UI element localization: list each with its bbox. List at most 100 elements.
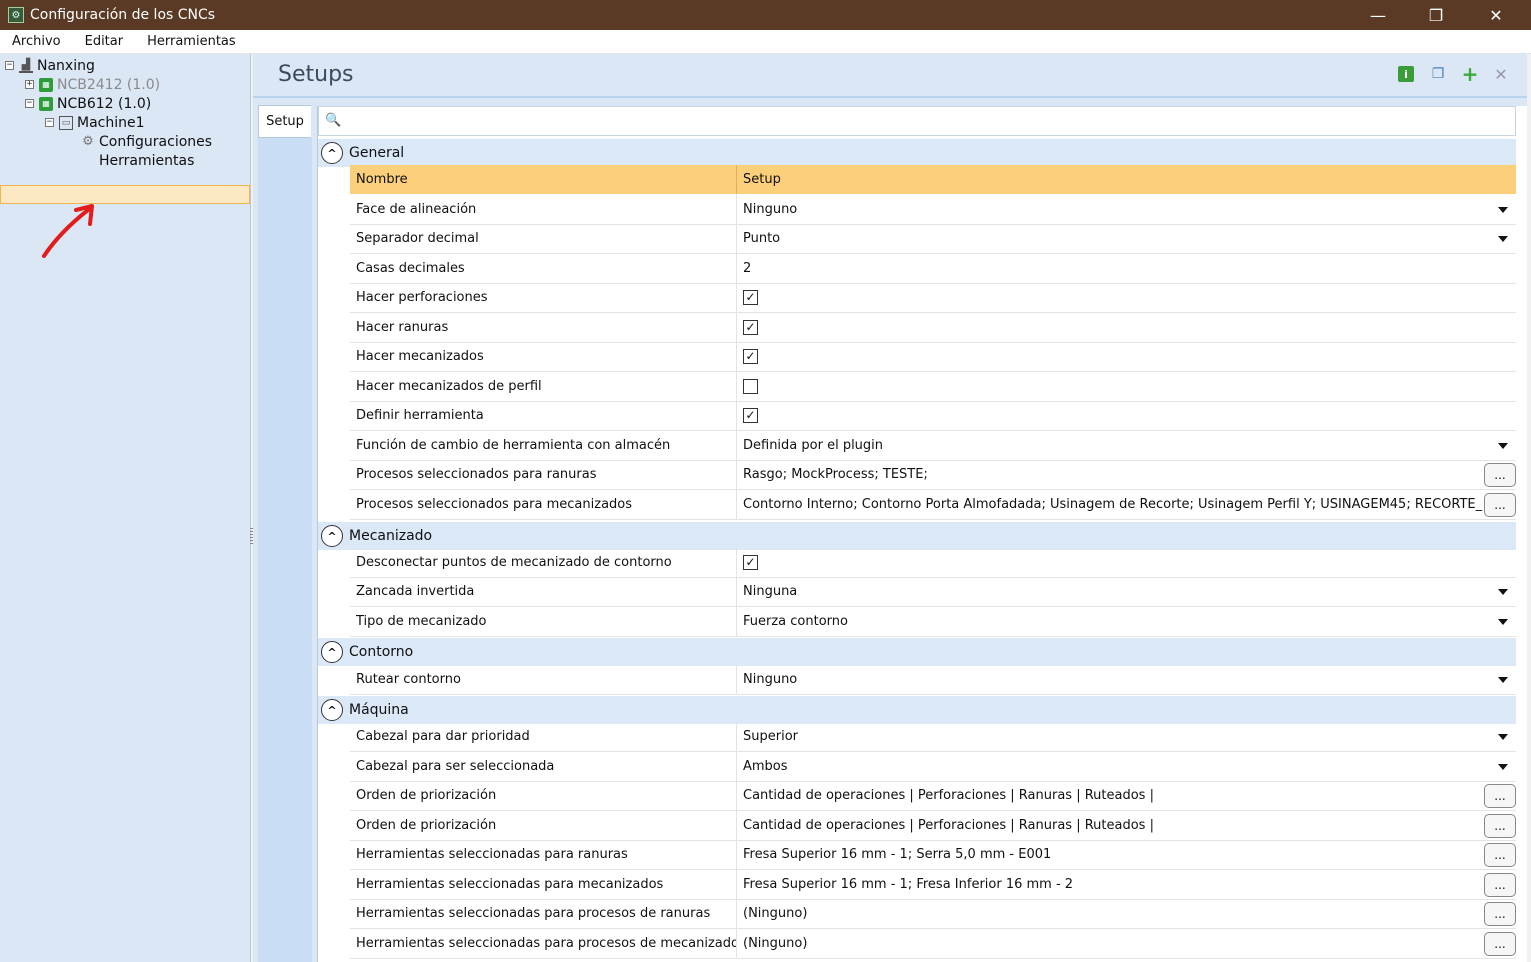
ellipsis-button[interactable]: ... [1484,902,1516,926]
table-row[interactable]: Función de cambio de herramienta con alm… [350,431,1516,461]
table-row[interactable]: Herramientas seleccionadas para ranuras … [350,840,1516,870]
checkbox-checked[interactable]: ✓ [743,555,758,570]
property-value[interactable]: Cantidad de operaciones | Perforaciones … [737,781,1516,810]
property-value[interactable]: ✓ [737,401,1516,430]
ellipsis-button[interactable]: ... [1484,493,1516,517]
table-row[interactable]: Procesos seleccionados para mecanizados … [350,490,1516,520]
dropdown-arrow-icon[interactable] [1498,236,1508,242]
property-value[interactable]: Rasgo; MockProcess; TESTE;... [737,460,1516,489]
table-row[interactable]: Rutear contorno Ninguno [350,665,1516,695]
table-row[interactable]: Hacer ranuras ✓ [350,313,1516,343]
property-value[interactable]: (Ninguno)... [737,929,1516,958]
menu-herramientas[interactable]: Herramientas [135,34,248,49]
property-value[interactable]: Cantidad de operaciones | Perforaciones … [737,811,1516,840]
table-row[interactable]: Definir herramienta ✓ [350,401,1516,431]
collapse-icon[interactable]: − [25,99,34,108]
property-name: Face de alineación [350,195,737,224]
table-row[interactable]: Herramientas seleccionadas para procesos… [350,899,1516,929]
copy-icon[interactable]: ❐ [1430,66,1446,82]
table-row[interactable]: Orden de priorización Cantidad de operac… [350,811,1516,841]
property-value[interactable]: ✓ [737,283,1516,312]
property-value[interactable]: Ninguno [737,665,1516,694]
ellipsis-button[interactable]: ... [1484,843,1516,867]
table-row[interactable]: Separador decimal Punto [350,224,1516,254]
property-value[interactable]: Contorno Interno; Contorno Porta Almofad… [737,490,1516,519]
info-icon[interactable]: i [1398,66,1414,82]
property-value[interactable]: ✓ [737,313,1516,342]
table-row[interactable]: Cabezal para dar prioridad Superior [350,722,1516,752]
menu-editar[interactable]: Editar [73,34,136,49]
dropdown-arrow-icon[interactable] [1498,207,1508,213]
maximize-button[interactable]: ❐ [1413,0,1459,30]
dropdown-arrow-icon[interactable] [1498,589,1508,595]
table-row[interactable]: Zancada invertida Ninguna [350,577,1516,607]
table-row[interactable]: Procesos seleccionados para ranuras Rasg… [350,460,1516,490]
checkbox-checked[interactable]: ✓ [743,290,758,305]
property-value[interactable] [737,372,1516,401]
property-value[interactable]: (Ninguno)... [737,899,1516,928]
collapse-icon[interactable]: − [45,118,54,127]
property-value[interactable]: ✓ [737,548,1516,577]
table-row[interactable]: Tipo de mecanizado Fuerza contorno [350,607,1516,637]
property-value[interactable]: Fresa Superior 16 mm - 1; Serra 5,0 mm -… [737,840,1516,869]
table-row[interactable]: Orden de priorización Cantidad de operac… [350,781,1516,811]
delete-icon[interactable]: ✕ [1493,65,1509,84]
ellipsis-button[interactable]: ... [1484,873,1516,897]
tree-node-ncb612[interactable]: − ▦ NCB612 (1.0) [25,94,151,113]
dropdown-arrow-icon[interactable] [1498,619,1508,625]
minimize-button[interactable]: — [1355,0,1401,30]
search-input[interactable]: 🔍 [318,106,1516,136]
ellipsis-button[interactable]: ... [1484,814,1516,838]
collapse-group-icon[interactable]: ^ [321,699,343,721]
property-value[interactable]: 2 [737,254,1516,283]
add-icon[interactable]: + [1462,62,1479,86]
dropdown-arrow-icon[interactable] [1498,764,1508,770]
table-row[interactable]: Desconectar puntos de mecanizado de cont… [350,548,1516,578]
checkbox-checked[interactable]: ✓ [743,349,758,364]
property-value[interactable]: Definida por el plugin [737,431,1516,460]
checkbox-checked[interactable]: ✓ [743,408,758,423]
property-value[interactable]: Ambos [737,752,1516,781]
table-row[interactable]: Casas decimales 2 [350,254,1516,284]
group-maquina[interactable]: ^ Máquina [318,696,1516,724]
tree-node-nanxing[interactable]: − ▟ Nanxing [5,56,95,75]
expand-icon[interactable]: + [25,80,34,89]
collapse-group-icon[interactable]: ^ [321,142,343,164]
group-mecanizado[interactable]: ^ Mecanizado [318,522,1516,550]
tree-node-configuraciones[interactable]: ⚙ Configuraciones [81,132,212,151]
property-value[interactable]: Fuerza contorno [737,607,1516,636]
checkbox-unchecked[interactable] [743,379,758,394]
menu-archivo[interactable]: Archivo [0,34,73,49]
table-row[interactable]: Hacer mecanizados ✓ [350,342,1516,372]
property-value[interactable]: Fresa Superior 16 mm - 1; Fresa Inferior… [737,870,1516,899]
ellipsis-button[interactable]: ... [1484,463,1516,487]
table-row[interactable]: Face de alineación Ninguno [350,195,1516,225]
property-value[interactable]: Superior [737,722,1516,751]
tree-node-machine1[interactable]: − ▭ Machine1 [45,113,145,132]
group-general[interactable]: ^ General [318,139,1516,167]
tree-node-ncb2412[interactable]: + ▦ NCB2412 (1.0) [25,75,160,94]
dropdown-arrow-icon[interactable] [1498,443,1508,449]
ellipsis-button[interactable]: ... [1484,784,1516,808]
collapse-icon[interactable]: − [5,61,14,70]
collapse-group-icon[interactable]: ^ [321,641,343,663]
tab-setup[interactable]: Setup [258,105,311,138]
table-row[interactable]: Herramientas seleccionadas para mecaniza… [350,870,1516,900]
dropdown-arrow-icon[interactable] [1498,677,1508,683]
group-contorno[interactable]: ^ Contorno [318,638,1516,666]
dropdown-arrow-icon[interactable] [1498,734,1508,740]
checkbox-checked[interactable]: ✓ [743,320,758,335]
table-row[interactable]: Hacer perforaciones ✓ [350,283,1516,313]
table-row[interactable]: Hacer mecanizados de perfil [350,372,1516,402]
ellipsis-button[interactable]: ... [1484,932,1516,956]
table-row[interactable]: Cabezal para ser seleccionada Ambos [350,752,1516,782]
tree-node-herramientas[interactable]: Herramientas [99,151,194,170]
property-value[interactable]: Ninguno [737,195,1516,224]
property-value[interactable]: ✓ [737,342,1516,371]
property-value[interactable]: Ninguna [737,577,1516,606]
table-row[interactable]: Herramientas seleccionadas para procesos… [350,929,1516,959]
close-button[interactable]: ✕ [1473,0,1519,30]
property-value[interactable]: Punto [737,224,1516,253]
tree-node-label: NCB2412 (1.0) [57,76,161,93]
collapse-group-icon[interactable]: ^ [321,525,343,547]
